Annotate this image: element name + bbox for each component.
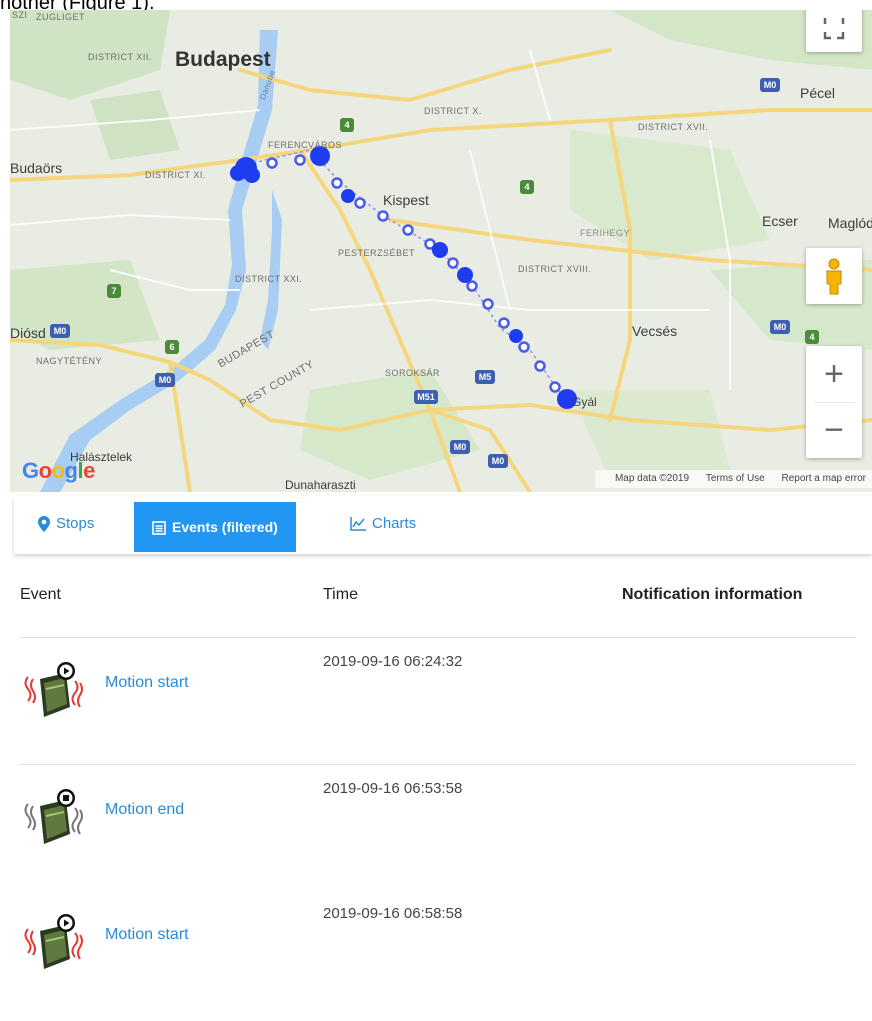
map-label-soroksar: SOROKSÁR xyxy=(385,368,441,378)
event-time: 2019-09-16 06:58:58 xyxy=(323,905,463,922)
column-header-time[interactable]: Time xyxy=(323,586,358,604)
map-label-maglod: Maglód xyxy=(828,215,872,231)
tab-events-label: Events (filtered) xyxy=(172,519,278,535)
road-shield-4: 4 xyxy=(520,180,534,194)
event-link-motion-end[interactable]: Motion end xyxy=(105,801,184,819)
terms-of-use-link[interactable]: Terms of Use xyxy=(706,473,765,484)
road-shield-m0: M0 xyxy=(50,324,70,338)
zoom-in-button[interactable]: + xyxy=(806,346,862,402)
road-shield-4: 4 xyxy=(805,330,819,344)
google-logo[interactable]: Google xyxy=(22,458,95,484)
map-label-ferencvaros: FERENCVÁROS xyxy=(268,140,343,150)
map-data-text: Map data ©2019 xyxy=(614,473,690,484)
street-view-pegman-button[interactable] xyxy=(806,248,862,304)
row-divider xyxy=(20,764,856,765)
fullscreen-icon xyxy=(823,18,845,40)
map-label-district-x: DISTRICT X. xyxy=(424,106,482,116)
line-chart-icon xyxy=(350,517,366,531)
map-attribution-bar: Map data ©2019 Terms of Use Report a map… xyxy=(594,470,872,488)
road-shield-m51: M51 xyxy=(414,390,438,404)
list-box-icon xyxy=(152,521,166,536)
tab-stops-label: Stops xyxy=(56,515,95,532)
road-shield-m0: M0 xyxy=(155,373,175,387)
tab-charts-label: Charts xyxy=(372,515,417,532)
map-label-district-xviii: DISTRICT XVIII. xyxy=(518,264,592,274)
map-label-zugliget: ZUGLIGET xyxy=(36,12,86,22)
event-link-motion-start[interactable]: Motion start xyxy=(105,926,189,944)
map-label-ecser: Ecser xyxy=(762,213,798,229)
motion-end-icon xyxy=(22,786,86,853)
map-label-district-xxi: DISTRICT XXI. xyxy=(235,274,303,284)
map-label-vecses: Vecsés xyxy=(632,323,678,339)
map-label-budapest: Budapest xyxy=(175,48,271,71)
event-time: 2019-09-16 06:53:58 xyxy=(323,780,463,797)
pegman-icon xyxy=(826,258,842,295)
map-label-nagyteteny: NAGYTÉTÉNY xyxy=(36,356,103,366)
map-base-layer xyxy=(10,10,872,492)
road-shield-m0: M0 xyxy=(770,320,790,334)
map-label-kispest: Kispest xyxy=(383,192,429,208)
map-label-szi: SZI xyxy=(12,10,28,20)
road-shield-m0: M0 xyxy=(760,78,780,92)
event-link-motion-start[interactable]: Motion start xyxy=(105,674,189,692)
motion-start-icon xyxy=(22,659,86,726)
tab-charts[interactable]: Charts xyxy=(350,496,416,552)
motion-start-icon xyxy=(22,911,86,978)
road-shield-m0: M0 xyxy=(450,440,470,454)
road-shield-m5: M5 xyxy=(475,370,495,384)
road-shield-m0: M0 xyxy=(488,454,508,468)
map-label-district-xvii: DISTRICT XVII. xyxy=(638,122,709,132)
map-label-diosd: Diósd xyxy=(10,325,46,341)
map-label-district-xii: DISTRICT XII. xyxy=(88,52,152,62)
report-map-error-link[interactable]: Report a map error xyxy=(782,473,866,484)
column-header-notification[interactable]: Notification information xyxy=(622,586,802,604)
tab-bar: Stops Events (filtered) Charts xyxy=(14,496,872,554)
map-label-pesterzsebet: PESTERZSÉBET xyxy=(338,248,416,258)
fullscreen-button[interactable] xyxy=(806,10,862,52)
road-shield-6: 6 xyxy=(165,340,179,354)
road-shield-4: 4 xyxy=(340,118,354,132)
map-label-ferihegy: FERIHEGY xyxy=(580,228,631,238)
tab-events-filtered[interactable]: Events (filtered) xyxy=(134,502,296,552)
table-row: Motion start 2019-09-16 06:24:32 xyxy=(0,643,872,763)
map-label-dunaharaszti: Dunaharaszti xyxy=(285,478,356,492)
map-label-budaors: Budaörs xyxy=(10,160,63,176)
zoom-control: + − xyxy=(806,346,862,458)
table-row: Motion end 2019-09-16 06:53:58 xyxy=(0,770,872,890)
map-marker-icon xyxy=(38,516,50,533)
table-row: Motion start 2019-09-16 06:58:58 xyxy=(0,895,872,1015)
zoom-out-button[interactable]: − xyxy=(806,402,862,458)
map-label-district-xi: DISTRICT XI. xyxy=(145,170,206,180)
map-label-gyal: Gyál xyxy=(572,395,597,409)
tab-stops[interactable]: Stops xyxy=(38,496,94,552)
map-view[interactable]: SZI ZUGLIGET DISTRICT XII. Budapest Danu… xyxy=(10,10,872,492)
event-time: 2019-09-16 06:24:32 xyxy=(323,653,463,670)
road-shield-7: 7 xyxy=(107,284,121,298)
header-divider xyxy=(20,637,856,638)
column-header-event[interactable]: Event xyxy=(20,586,61,604)
map-label-pecel: Pécel xyxy=(800,85,836,101)
